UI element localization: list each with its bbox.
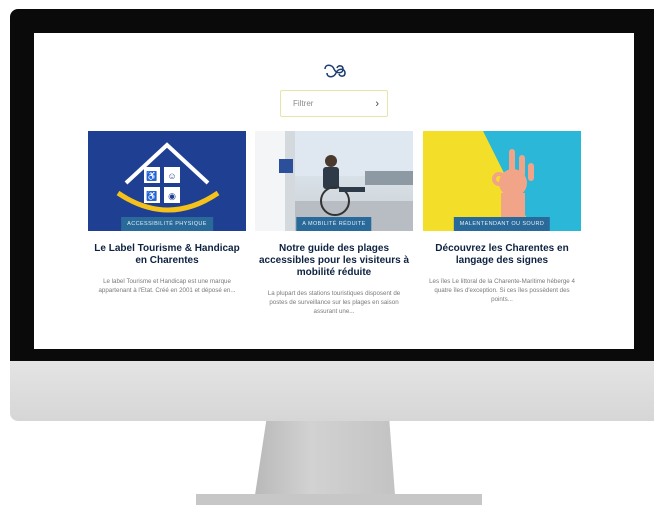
brand-logo-icon[interactable] bbox=[322, 61, 348, 81]
chevron-right-icon: › bbox=[375, 97, 379, 110]
tourisme-handicap-logo: ♿ ☺ ♿ ◉ bbox=[116, 142, 220, 213]
svg-text:◉: ◉ bbox=[168, 191, 176, 201]
svg-text:♿: ♿ bbox=[146, 190, 157, 201]
article-card[interactable]: ♿ ☺ ♿ ◉ ACCESSIBILITÉ PHYSIQUE Le Label … bbox=[88, 131, 246, 295]
card-excerpt: Les îles Le littoral de la Charente-Mari… bbox=[429, 278, 575, 303]
monitor-stand-base bbox=[196, 494, 482, 505]
filter-label: Filtrer bbox=[293, 99, 314, 108]
card-category-tag[interactable]: MALENTENDANT OU SOURD bbox=[453, 217, 551, 231]
card-excerpt: La plupart des stations touristiques dis… bbox=[267, 290, 401, 315]
monitor-screen: Filtrer › ♿ ☺ ♿ ◉ ACCESSIBILITÉ PHYSIQUE… bbox=[34, 33, 634, 349]
article-card[interactable]: A MOBILITÉ RÉDUITE Notre guide des plage… bbox=[255, 131, 413, 316]
card-image[interactable]: MALENTENDANT OU SOURD bbox=[423, 131, 581, 231]
svg-text:♿: ♿ bbox=[146, 170, 157, 181]
article-card[interactable]: MALENTENDANT OU SOURD Découvrez les Char… bbox=[423, 131, 581, 304]
card-category-tag[interactable]: A MOBILITÉ RÉDUITE bbox=[296, 217, 372, 231]
beach-wheelchair-photo bbox=[255, 131, 413, 231]
filter-button[interactable]: Filtrer › bbox=[280, 90, 388, 117]
monitor-chin bbox=[10, 361, 654, 421]
card-title[interactable]: Le Label Tourisme & Handicap en Charente… bbox=[88, 243, 246, 267]
monitor-frame: Filtrer › ♿ ☺ ♿ ◉ ACCESSIBILITÉ PHYSIQUE… bbox=[10, 9, 654, 361]
card-category-tag[interactable]: ACCESSIBILITÉ PHYSIQUE bbox=[121, 217, 213, 231]
monitor-stand-neck bbox=[255, 421, 395, 495]
card-image[interactable]: A MOBILITÉ RÉDUITE bbox=[255, 131, 413, 231]
card-excerpt: Le label Tourisme et Handicap est une ma… bbox=[98, 278, 236, 294]
svg-text:☺: ☺ bbox=[167, 171, 176, 181]
card-image[interactable]: ♿ ☺ ♿ ◉ ACCESSIBILITÉ PHYSIQUE bbox=[88, 131, 246, 231]
sign-language-hand-photo bbox=[423, 131, 534, 231]
card-title[interactable]: Découvrez les Charentes en langage des s… bbox=[423, 243, 581, 267]
card-title[interactable]: Notre guide des plages accessibles pour … bbox=[255, 243, 413, 279]
